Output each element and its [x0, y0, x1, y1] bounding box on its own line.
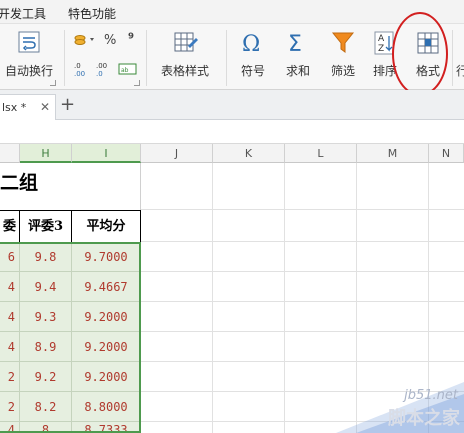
group-launcher-icon[interactable]	[50, 80, 56, 86]
column-header-i[interactable]: I	[72, 144, 141, 163]
table-style-icon	[174, 32, 198, 52]
new-tab-icon[interactable]: +	[60, 94, 75, 115]
funnel-filter-icon	[331, 32, 355, 53]
table-cell[interactable]: 9.7000	[72, 242, 141, 272]
column-header-m[interactable]: M	[357, 144, 429, 163]
number-group-launcher-icon[interactable]	[134, 80, 140, 86]
svg-text:Z: Z	[378, 44, 384, 54]
wrap-text-button[interactable]: 自动换行	[2, 24, 56, 90]
table-cell[interactable]: 2	[0, 392, 20, 422]
abc-format-icon: ab	[118, 63, 137, 75]
sheet-group-title: 二组	[0, 172, 39, 194]
document-tab[interactable]: lsx * ✕	[0, 94, 56, 120]
column-header-n[interactable]: N	[429, 144, 464, 163]
svg-text:A: A	[378, 34, 385, 44]
header-average[interactable]: 平均分	[72, 210, 141, 242]
document-tab-name: lsx *	[2, 101, 27, 114]
wrap-text-label: 自动换行	[4, 64, 53, 78]
header-judge2[interactable]: 委2	[0, 210, 20, 265]
table-cell[interactable]: 4	[0, 302, 20, 332]
symbol-label: 符号	[240, 64, 265, 78]
svg-text:Σ: Σ	[288, 32, 302, 56]
format-label: 格式	[415, 64, 440, 78]
watermark-brand: 脚本之家	[388, 408, 460, 429]
table-cell[interactable]: 8.7333	[72, 422, 141, 433]
table-cell[interactable]: 8.2	[20, 392, 72, 422]
formula-bar-area	[0, 120, 464, 144]
table-cell[interactable]: 4	[0, 272, 20, 302]
column-header-g[interactable]	[0, 144, 20, 163]
sigma-sum-icon: Σ	[288, 32, 302, 56]
decrease-decimal-button[interactable]: .00 .0	[94, 60, 114, 78]
column-header-l[interactable]: L	[285, 144, 357, 163]
wrap-text-icon	[18, 31, 40, 53]
decrease-decimal-icon: .00 .0	[96, 62, 107, 78]
row-col-button[interactable]: 行	[456, 62, 464, 79]
svg-text:.00: .00	[74, 70, 85, 78]
table-style-button[interactable]: 表格样式	[152, 24, 218, 90]
sort-button[interactable]: A Z 排序	[366, 24, 404, 90]
table-cell[interactable]: 4	[0, 332, 20, 362]
number-format-button[interactable]: ab	[118, 62, 138, 76]
percent-button[interactable]: %	[104, 33, 116, 48]
svg-text:.0: .0	[74, 62, 81, 70]
sum-button[interactable]: Σ 求和	[276, 24, 320, 90]
sort-label: 排序	[372, 64, 397, 78]
sum-label: 求和	[285, 64, 310, 78]
table-cell[interactable]: 9.4	[20, 272, 72, 302]
currency-format-button[interactable]	[72, 32, 98, 48]
sort-az-icon: A Z	[374, 31, 394, 55]
close-tab-icon[interactable]: ✕	[40, 100, 50, 114]
increase-decimal-button[interactable]: .0 .00	[72, 60, 92, 78]
symbol-button[interactable]: Ω 符号	[232, 24, 274, 90]
header-judge3[interactable]: 评委3	[20, 210, 72, 242]
table-cell[interactable]: 9.2	[20, 362, 72, 392]
table-cell[interactable]: 9.8	[20, 242, 72, 272]
table-cell[interactable]: 8.9	[20, 332, 72, 362]
watermark-site: jb51.net	[404, 388, 458, 403]
omega-symbol-icon: Ω	[242, 32, 260, 56]
filter-label: 筛选	[330, 64, 355, 78]
table-style-label: 表格样式	[160, 64, 209, 78]
currency-coins-icon	[74, 35, 94, 45]
svg-text:.00: .00	[96, 62, 107, 70]
menu-special-features[interactable]: 特色功能	[68, 5, 116, 22]
svg-text:ab: ab	[121, 67, 129, 74]
table-cell[interactable]: 9.4667	[72, 272, 141, 302]
thousands-separator-button[interactable]: ⁹	[128, 31, 134, 47]
menu-bar: 开发工具 特色功能	[0, 0, 464, 24]
svg-text:Ω: Ω	[242, 32, 260, 56]
table-cell[interactable]: 4	[0, 422, 20, 433]
table-cell[interactable]: 8	[20, 422, 72, 433]
column-header-k[interactable]: K	[213, 144, 285, 163]
column-header-j[interactable]: J	[141, 144, 213, 163]
table-cell[interactable]: 2	[0, 362, 20, 392]
table-cell[interactable]: 9.2000	[72, 362, 141, 392]
table-cell[interactable]: 9.3	[20, 302, 72, 332]
format-button[interactable]: 格式	[408, 24, 448, 90]
table-cell[interactable]: 9.2000	[72, 332, 141, 362]
watermark: jb51.net 脚本之家	[336, 382, 464, 433]
ribbon-toolbar: 自动换行 % ⁹ .0 .00 .00 .0 ab 表格样式 Ω 符号 Σ 求和…	[0, 24, 464, 97]
table-cell[interactable]: 8.8000	[72, 392, 141, 422]
column-header-h[interactable]: H	[20, 144, 72, 163]
menu-developer-tools[interactable]: 开发工具	[0, 5, 46, 22]
format-cells-icon	[417, 32, 439, 54]
svg-text:.0: .0	[96, 70, 103, 78]
increase-decimal-icon: .0 .00	[74, 62, 85, 78]
filter-button[interactable]: 筛选	[322, 24, 364, 90]
table-cell[interactable]: 6	[0, 242, 20, 272]
table-cell[interactable]: 9.2000	[72, 302, 141, 332]
